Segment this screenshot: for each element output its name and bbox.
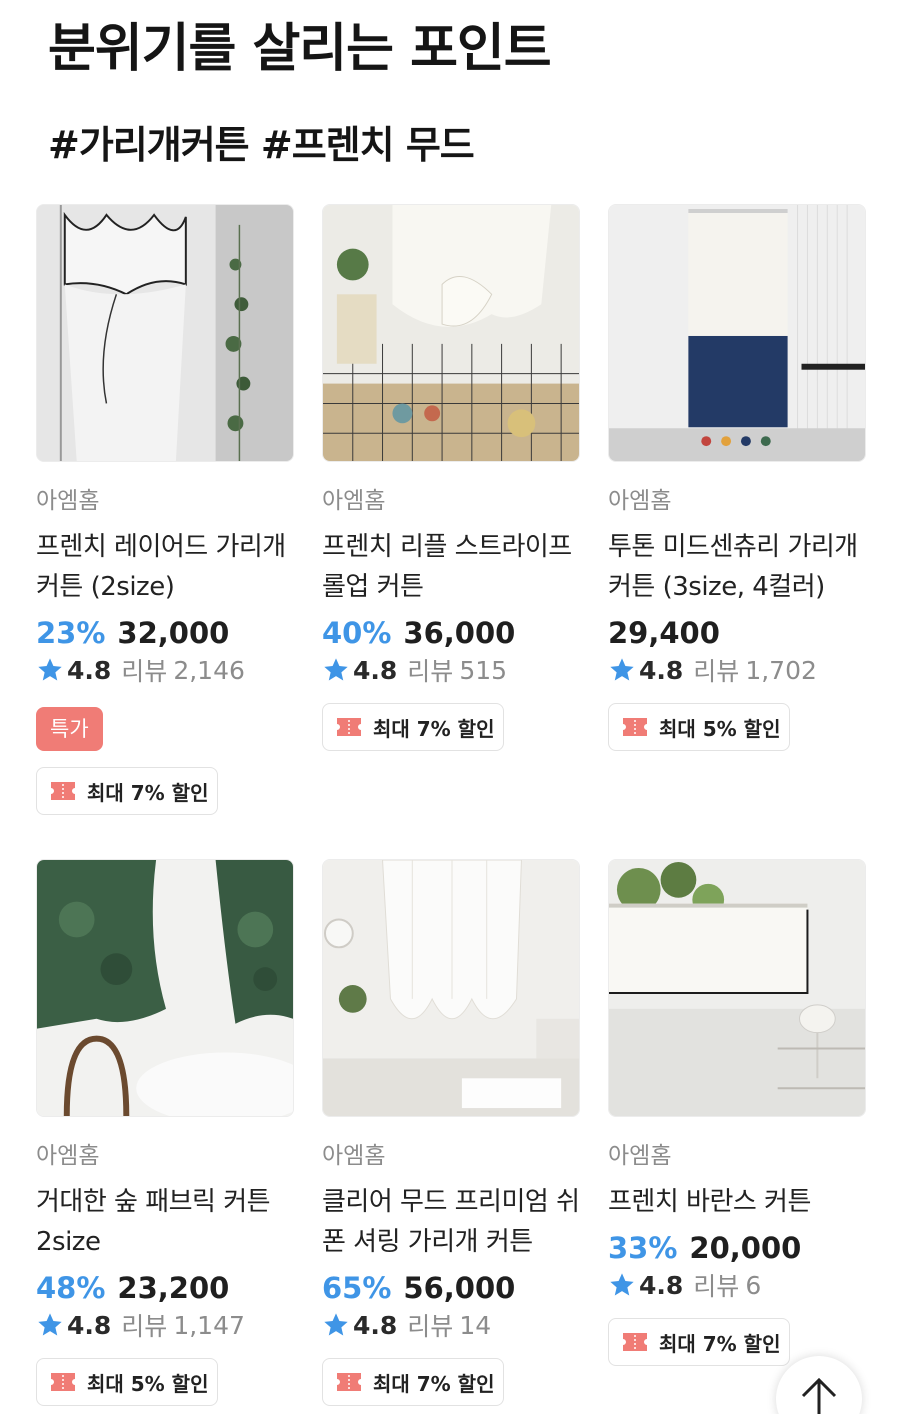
coupon-icon [337,1373,361,1391]
coupon-badge[interactable]: 최대 5% 할인 [608,703,790,751]
product-card[interactable]: 아엠홈 프렌치 레이어드 가리개커튼 (2size) 23% 32,000 4.… [36,204,294,815]
rating-score: 4.8 [353,655,398,685]
coupon-icon [51,782,75,800]
product-name[interactable]: 프렌치 레이어드 가리개커튼 (2size) [36,527,294,607]
coupon-text: 최대 7% 할인 [373,1371,495,1396]
product-name[interactable]: 클리어 무드 프리미엄 쉬폰 셔링 가리개 커튼 [322,1182,580,1262]
coupon-text: 최대 5% 할인 [87,1371,209,1396]
product-card[interactable]: 아엠홈 투톤 미드센츄리 가리개 커튼 (3size, 4컬러) 29,400 … [608,204,866,751]
coupon-text: 최대 7% 할인 [659,1331,781,1356]
special-badge: 특가 [36,707,103,751]
star-icon [324,658,348,681]
product-brand: 아엠홈 [322,488,386,514]
coupon-icon [337,718,361,736]
rating-score: 4.8 [67,1310,112,1340]
product-brand: 아엠홈 [608,1143,672,1169]
rating-score: 4.8 [353,1310,398,1340]
discount-rate: 33% [608,1231,678,1265]
product-price: 56,000 [403,1271,516,1305]
star-icon [38,1313,62,1336]
product-brand: 아엠홈 [36,488,100,514]
discount-rate: 23% [36,616,106,650]
review-count: 1,702 [745,655,817,685]
review-count: 6 [745,1270,762,1300]
arrow-up-icon [801,1377,837,1414]
discount-rate: 65% [322,1271,392,1305]
review-count: 1,147 [173,1310,245,1340]
coupon-icon [623,1333,647,1351]
product-brand: 아엠홈 [322,1143,386,1169]
review-label: 리뷰 [693,1272,740,1301]
coupon-text: 최대 5% 할인 [659,716,781,741]
coupon-text: 최대 7% 할인 [373,716,495,741]
product-image[interactable] [322,204,580,462]
review-count: 515 [459,655,508,685]
product-name[interactable]: 프렌치 리플 스트라이프 롤업 커튼 [322,527,580,607]
product-image[interactable] [608,859,866,1117]
coupon-icon [51,1373,75,1391]
product-price: 36,000 [403,616,516,650]
star-icon [38,658,62,681]
coupon-badge[interactable]: 최대 7% 할인 [322,1358,504,1406]
review-label: 리뷰 [407,1312,454,1341]
review-label: 리뷰 [121,657,168,686]
review-label: 리뷰 [407,657,454,686]
section-title: 분위기를 살리는 포인트 [48,19,552,79]
rating-row: 4.8 리뷰 2,146 [36,653,294,687]
rating-score: 4.8 [639,1270,684,1300]
coupon-badge[interactable]: 최대 7% 할인 [36,767,218,815]
product-image[interactable] [36,859,294,1117]
coupon-badge[interactable]: 최대 7% 할인 [322,703,504,751]
product-name[interactable]: 투톤 미드센츄리 가리개 커튼 (3size, 4컬러) [608,527,866,607]
review-count: 2,146 [173,655,245,685]
discount-rate: 40% [322,616,392,650]
rating-score: 4.8 [67,655,112,685]
section-subtitle: #가리개커튼 #프렌치 무드 [48,123,475,167]
product-brand: 아엠홈 [36,1143,100,1169]
rating-row: 4.8 리뷰 14 [322,1308,580,1342]
coupon-badge[interactable]: 최대 7% 할인 [608,1318,790,1366]
product-price: 32,000 [117,616,230,650]
price-row: 29,400 [608,613,866,653]
star-icon [324,1313,348,1336]
product-card[interactable]: 아엠홈 프렌치 리플 스트라이프 롤업 커튼 40% 36,000 4.8 리뷰… [322,204,580,751]
product-image[interactable] [322,859,580,1117]
price-row: 40% 36,000 [322,613,580,653]
price-row: 48% 23,200 [36,1268,294,1308]
rating-row: 4.8 리뷰 6 [608,1268,866,1302]
rating-row: 4.8 리뷰 1,147 [36,1308,294,1342]
product-image[interactable] [608,204,866,462]
rating-score: 4.8 [639,655,684,685]
product-brand: 아엠홈 [608,488,672,514]
product-price: 29,400 [608,616,720,650]
price-row: 23% 32,000 [36,613,294,653]
review-count: 14 [459,1310,492,1340]
product-name[interactable]: 프렌치 바란스 커튼 [608,1182,866,1222]
coupon-icon [623,718,647,736]
review-label: 리뷰 [121,1312,168,1341]
coupon-badge[interactable]: 최대 5% 할인 [36,1358,218,1406]
rating-row: 4.8 리뷰 515 [322,653,580,687]
coupon-text: 최대 7% 할인 [87,780,209,805]
discount-rate: 48% [36,1271,106,1305]
product-card[interactable]: 아엠홈 프렌치 바란스 커튼 33% 20,000 4.8 리뷰 6 최대 7%… [608,859,866,1366]
rating-row: 4.8 리뷰 1,702 [608,653,866,687]
product-card[interactable]: 아엠홈 거대한 숲 패브릭 커튼 2size 48% 23,200 4.8 리뷰… [36,859,294,1406]
product-price: 20,000 [689,1231,802,1265]
price-row: 33% 20,000 [608,1228,866,1268]
product-price: 23,200 [117,1271,230,1305]
price-row: 65% 56,000 [322,1268,580,1308]
product-name[interactable]: 거대한 숲 패브릭 커튼 2size [36,1182,294,1262]
product-image[interactable] [36,204,294,462]
product-card[interactable]: 아엠홈 클리어 무드 프리미엄 쉬폰 셔링 가리개 커튼 65% 56,000 … [322,859,580,1406]
star-icon [610,1273,634,1296]
star-icon [610,658,634,681]
review-label: 리뷰 [693,657,740,686]
